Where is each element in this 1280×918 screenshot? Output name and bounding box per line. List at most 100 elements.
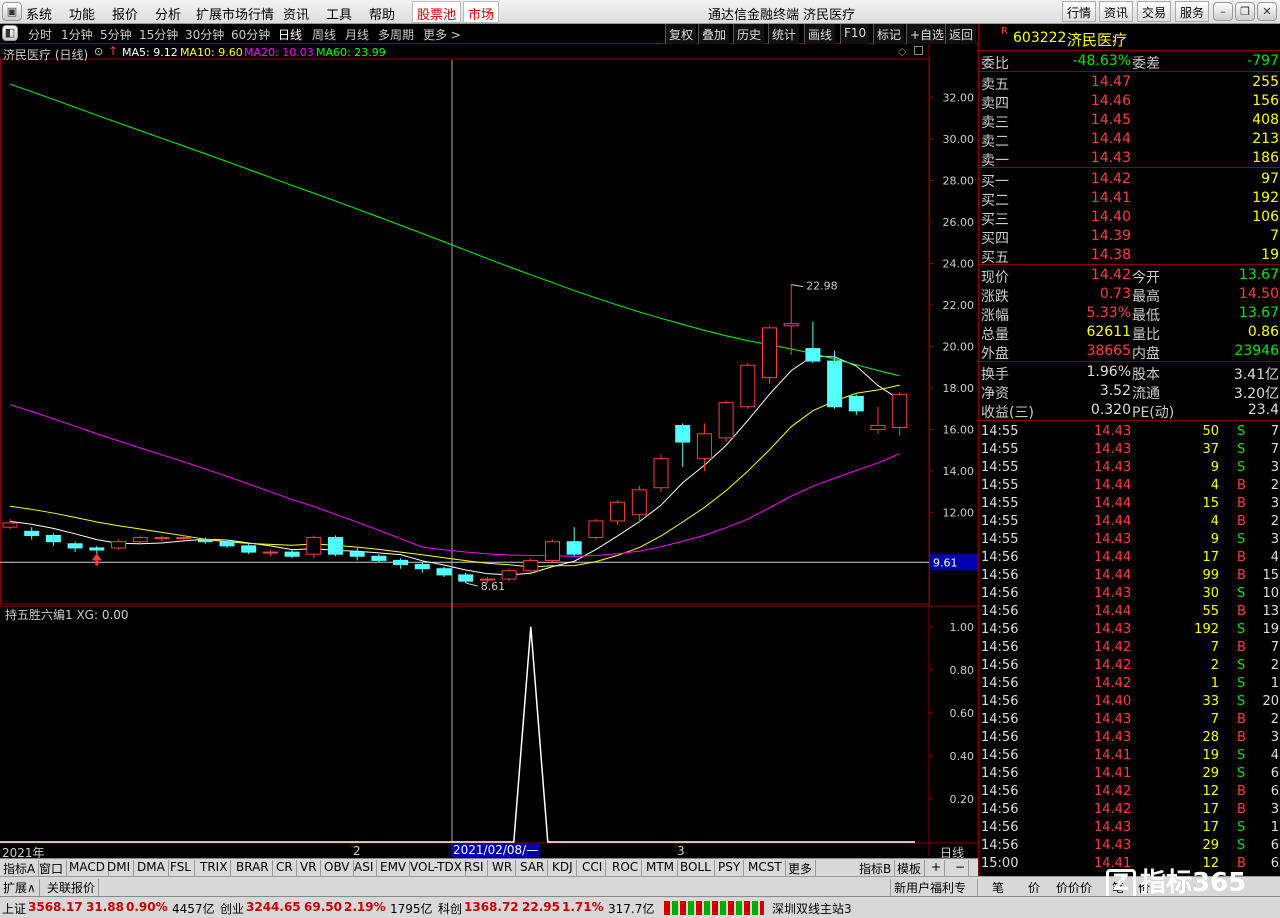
indicator-tab-DMI[interactable]: DMI	[104, 860, 135, 876]
period-more[interactable]: 更多 >	[423, 26, 461, 43]
period-5min[interactable]: 5分钟	[100, 26, 132, 43]
period-day[interactable]: 日线	[278, 26, 302, 43]
indicator-tab-PSY[interactable]: PSY	[715, 860, 745, 876]
indicator-tab-窗口[interactable]: 窗口	[36, 860, 68, 876]
history-button[interactable]: 历史	[733, 24, 765, 44]
indicator-tab-WR[interactable]: WR	[489, 860, 517, 876]
add-watchlist-button[interactable]: +自选	[906, 24, 948, 44]
tick-side: S	[1237, 424, 1246, 439]
indicator-tab-模板[interactable]: 模板	[894, 860, 926, 876]
indicator-tab-CR[interactable]: CR	[273, 860, 297, 876]
menu-quote[interactable]: 报价	[112, 4, 138, 23]
indicator-tab-−[interactable]: −	[952, 860, 970, 876]
tab-price[interactable]: 价	[1028, 879, 1040, 896]
indicator-tab-指标A[interactable]: 指标A	[0, 860, 40, 876]
tick-row: 14:56 14.42 17 B 3	[979, 801, 1280, 819]
indicator-tab-DMA[interactable]: DMA	[134, 860, 169, 876]
indicator-tab-MTM[interactable]: MTM	[643, 860, 679, 876]
menu-info[interactable]: 资讯	[283, 4, 309, 23]
maximize-chart-icon[interactable]	[914, 46, 923, 55]
quote-button[interactable]: 行情	[1062, 1, 1097, 22]
trade-button[interactable]: 交易	[1137, 1, 1172, 22]
candle	[653, 454, 669, 492]
fuquan-button[interactable]: 复权	[665, 24, 697, 44]
period-15min[interactable]: 15分钟	[139, 26, 178, 43]
back-button[interactable]: 返回	[945, 24, 977, 44]
menu-system[interactable]: 系统	[26, 4, 52, 23]
period-60min[interactable]: 60分钟	[231, 26, 270, 43]
indicator-tab-MACD[interactable]: MACD	[66, 860, 109, 876]
diamond-icon[interactable]: ◇	[898, 45, 906, 58]
close-icon[interactable]: ✕	[1257, 2, 1277, 21]
tab-trades[interactable]: 笔	[992, 879, 1004, 896]
tick-row: 14:56 14.43 192 S 19	[979, 621, 1280, 639]
tick-side: B	[1237, 478, 1246, 493]
server-name[interactable]: 深圳双线主站3	[772, 900, 852, 917]
period-1min[interactable]: 1分钟	[61, 26, 93, 43]
indicator-tab-EMV[interactable]: EMV	[377, 860, 411, 876]
menu-help[interactable]: 帮助	[369, 4, 395, 23]
stats-button[interactable]: 统计	[768, 24, 800, 44]
weicha-label: 委差	[1132, 56, 1160, 72]
indicator-tab-VOL-TDX[interactable]: VOL-TDX	[407, 860, 466, 876]
indicator-tab-FSL[interactable]: FSL	[167, 860, 195, 876]
indicator-tab-KDJ[interactable]: KDJ	[549, 860, 577, 876]
overlay-button[interactable]: 叠加	[698, 24, 730, 44]
period-month[interactable]: 月线	[345, 26, 369, 43]
menu-ext-market[interactable]: 扩展市场行情	[196, 4, 274, 23]
app-icon[interactable]: ▣	[2, 2, 22, 21]
indicator-tab-RSI[interactable]: RSI	[461, 860, 488, 876]
ask-volume: 213	[1252, 131, 1279, 147]
period-week[interactable]: 周线	[312, 26, 336, 43]
indicator-tab-VR[interactable]: VR	[297, 860, 321, 876]
market-button[interactable]: 市场	[463, 1, 500, 23]
info-button[interactable]: 资讯	[1099, 1, 1134, 22]
ask-row: 卖三 14.45 408	[979, 111, 1280, 131]
kline-chart[interactable]: 12.00 14.00 16.00 18.00 20.00 22.00 24.00 26.00…	[0, 44, 978, 858]
draw-button[interactable]: 画线	[804, 24, 836, 44]
indicator-tab-SAR[interactable]: SAR	[517, 860, 549, 876]
restore-icon[interactable]: ❐	[1235, 2, 1255, 21]
related-quote-tab[interactable]: 关联报价	[44, 879, 100, 896]
indicator-tab-指标B[interactable]: 指标B	[856, 860, 896, 876]
tick-volume: 28	[1202, 730, 1219, 745]
extension-toggle[interactable]: 扩展∧	[0, 879, 40, 896]
tick-side: S	[1237, 694, 1246, 709]
indicator-tab-BOLL[interactable]: BOLL	[677, 860, 715, 876]
indicator-tab-+[interactable]: +	[928, 860, 946, 876]
candle-body	[653, 458, 669, 489]
period-30min[interactable]: 30分钟	[185, 26, 224, 43]
indicator-tab-更多[interactable]: 更多	[785, 860, 817, 876]
menu-analysis[interactable]: 分析	[155, 4, 181, 23]
panel-toggle-icon[interactable]: ◧	[2, 25, 18, 41]
fund-label: 净资	[981, 386, 1009, 402]
indicator-tab-MCST[interactable]: MCST	[745, 860, 786, 876]
indicator-tab-BRAR[interactable]: BRAR	[233, 860, 273, 876]
tick-price: 14.43	[1094, 838, 1132, 853]
menu-function[interactable]: 功能	[69, 4, 95, 23]
candle-body	[740, 364, 756, 408]
indicator-tab-TRIX[interactable]: TRIX	[197, 860, 232, 876]
f10-button[interactable]: F10	[840, 24, 870, 44]
minimize-icon[interactable]: –	[1213, 2, 1233, 21]
tick-price: 14.42	[1094, 640, 1132, 655]
dropdown-icon[interactable]: ⊙	[94, 45, 103, 58]
tab-price-levels[interactable]: 价价价	[1056, 879, 1092, 896]
candle-body	[848, 395, 864, 412]
period-tick[interactable]: 分时	[28, 26, 52, 43]
indicator-tab-ROC[interactable]: ROC	[609, 860, 643, 876]
tick-side: B	[1237, 568, 1246, 583]
indicator-tab-ASI[interactable]: ASI	[351, 860, 378, 876]
service-button[interactable]: 服务	[1175, 1, 1210, 22]
mark-button[interactable]: 标记	[873, 24, 905, 44]
tick-price: 14.44	[1094, 604, 1132, 619]
sub-y-tick-label: 0.60	[950, 707, 975, 720]
indicator-tab-OBV[interactable]: OBV	[321, 860, 354, 876]
index-amount: 1795亿	[390, 902, 433, 916]
high-pointer	[791, 284, 804, 288]
indicator-tab-CCI[interactable]: CCI	[579, 860, 607, 876]
menu-tools[interactable]: 工具	[326, 4, 352, 23]
candle-body	[24, 530, 40, 536]
stock-pool-button[interactable]: 股票池	[412, 1, 462, 23]
period-multi[interactable]: 多周期	[378, 26, 414, 43]
